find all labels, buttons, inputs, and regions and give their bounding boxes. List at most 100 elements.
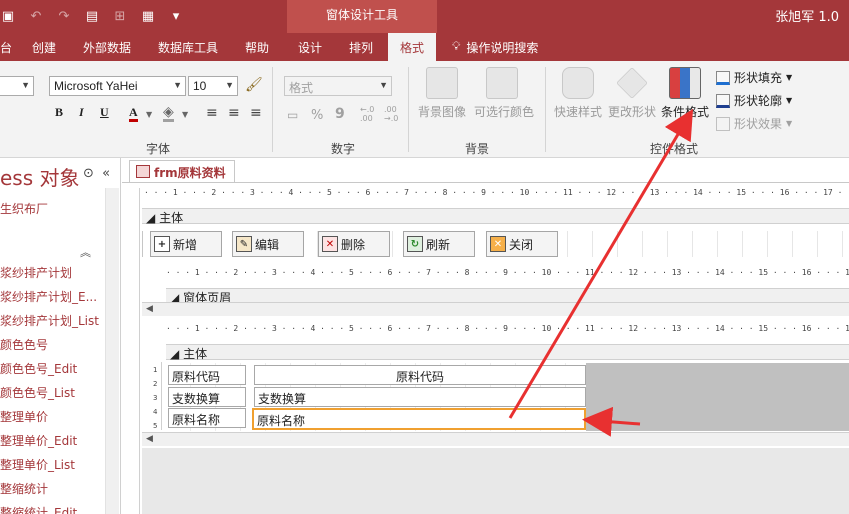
- new-record-label: 新增: [173, 237, 198, 252]
- user-name[interactable]: 张旭军 1.0: [775, 6, 839, 25]
- chevron-down-circle-icon[interactable]: ⊙: [83, 166, 94, 181]
- section-bar-main-2[interactable]: ◢ 主体: [166, 344, 849, 361]
- background-image-button[interactable]: 背景图像: [414, 67, 470, 120]
- tab-format[interactable]: 格式: [388, 33, 437, 61]
- number-format-combo[interactable]: 格式 ▼: [284, 76, 392, 96]
- redo-icon[interactable]: ↷: [56, 8, 72, 24]
- code-textbox[interactable]: 原料代码: [254, 365, 586, 385]
- count-label[interactable]: 支数换算: [168, 387, 246, 407]
- align-left-icon[interactable]: ≡: [206, 105, 218, 121]
- collapse-group-icon[interactable]: ︽: [80, 244, 91, 260]
- align-right-icon[interactable]: ≡: [250, 105, 262, 121]
- edit-label: 编辑: [255, 237, 280, 252]
- percent-button[interactable]: %: [311, 108, 323, 123]
- vruler-mark: 3: [153, 394, 158, 402]
- nav-group-header[interactable]: 生织布厂: [0, 200, 48, 217]
- filter-icon[interactable]: ⊞: [112, 8, 128, 24]
- subform-horizontal-scrollbar[interactable]: ◀: [142, 432, 849, 446]
- code-label[interactable]: 原料代码: [168, 365, 246, 385]
- tab-arrange[interactable]: 排列: [349, 39, 373, 56]
- group-separator: [408, 67, 409, 152]
- nav-item[interactable]: 整缩统计: [0, 480, 48, 497]
- vruler-mark: 1: [153, 366, 158, 374]
- currency-icon[interactable]: ▭: [287, 108, 298, 122]
- subform-ruler: · · · 1 · · · 2 · · · 3 · · · 4 · · · 5 …: [166, 268, 849, 280]
- section-collapse-icon: ◢: [146, 211, 156, 225]
- nav-item[interactable]: 整理单价: [0, 408, 48, 425]
- scroll-left-icon[interactable]: ◀: [146, 304, 153, 314]
- fill-color-icon[interactable]: ◈: [163, 105, 174, 122]
- collapse-pane-icon[interactable]: «: [102, 166, 110, 181]
- bold-button[interactable]: B: [55, 105, 63, 120]
- increase-decimal-icon[interactable]: ←.0.00: [360, 105, 374, 123]
- chevron-down-icon[interactable]: ▼: [146, 110, 152, 119]
- section-bar-main[interactable]: ◢ 主体: [142, 208, 849, 225]
- change-shape-icon: [616, 67, 648, 99]
- quick-styles-label: 快速样式: [553, 105, 602, 119]
- tab-start[interactable]: 台: [0, 39, 12, 56]
- tell-me-search[interactable]: 💡︎ 操作说明搜索: [452, 39, 538, 56]
- tab-database-tools[interactable]: 数据库工具: [158, 39, 218, 56]
- chevron-down-icon: ▼: [21, 80, 30, 90]
- customize-qat-icon[interactable]: ▾: [168, 8, 184, 24]
- print-preview-icon[interactable]: ▦: [140, 8, 156, 24]
- document-tab-frm-material[interactable]: frm原料资料: [129, 160, 235, 182]
- font-size-combo[interactable]: 10 ▼: [188, 76, 238, 96]
- name-textbox[interactable]: 原料名称: [252, 408, 586, 430]
- quick-styles-button[interactable]: 快速样式: [550, 67, 606, 120]
- lightbulb-icon: 💡︎: [452, 39, 461, 53]
- change-shape-label: 更改形状: [607, 105, 656, 119]
- nav-item[interactable]: 浆纱排产计划_List: [0, 312, 99, 329]
- scroll-left-icon[interactable]: ◀: [146, 434, 153, 444]
- nav-item[interactable]: 颜色色号_List: [0, 384, 75, 401]
- nav-pane-title[interactable]: ess 对象: [0, 162, 80, 191]
- font-name-combo[interactable]: Microsoft YaHei ▼: [49, 76, 186, 96]
- number-group-label: 数字: [331, 142, 356, 156]
- name-label[interactable]: 原料名称: [168, 408, 246, 428]
- nav-pane-scrollbar[interactable]: [105, 188, 119, 514]
- tab-design[interactable]: 设计: [298, 39, 322, 56]
- conditional-formatting-icon: [669, 67, 701, 99]
- subform-detail-ruler: · · · 1 · · · 2 · · · 3 · · · 4 · · · 5 …: [166, 324, 849, 336]
- nav-pane-controls: ⊙ «: [83, 166, 110, 181]
- new-record-button[interactable]: + 新增: [150, 231, 222, 257]
- edit-button[interactable]: ✎ 编辑: [232, 231, 304, 257]
- tab-help[interactable]: 帮助: [245, 39, 269, 56]
- conditional-formatting-button[interactable]: 条件格式: [657, 67, 713, 120]
- nav-item[interactable]: 颜色色号_Edit: [0, 360, 77, 377]
- refresh-label: 刷新: [426, 237, 451, 252]
- style-combo[interactable]: ▼: [0, 76, 34, 96]
- underline-button[interactable]: U: [100, 105, 109, 120]
- format-painter-icon[interactable]: 🖌︎: [245, 77, 263, 93]
- nav-item[interactable]: 整理单价_List: [0, 456, 75, 473]
- quick-styles-icon: [562, 67, 594, 99]
- align-center-icon[interactable]: ≡: [228, 105, 240, 121]
- undo-icon[interactable]: ↶: [28, 8, 44, 24]
- change-shape-button[interactable]: 更改形状: [604, 67, 660, 120]
- horizontal-scrollbar[interactable]: ◀: [142, 302, 849, 316]
- count-textbox[interactable]: 支数换算: [254, 387, 586, 407]
- font-color-button[interactable]: A: [129, 105, 138, 122]
- shape-outline-button[interactable]: 形状轮廓 ▼: [716, 92, 792, 109]
- close-button[interactable]: ✕ 关闭: [486, 231, 558, 257]
- decrease-decimal-icon[interactable]: .00 →.0: [384, 105, 398, 123]
- form-view-icon[interactable]: ▤: [84, 8, 100, 24]
- shape-effects-button[interactable]: 形状效果 ▼: [716, 115, 792, 132]
- nav-item[interactable]: 浆纱排产计划: [0, 264, 72, 281]
- shape-fill-button[interactable]: 形状填充 ▼: [716, 69, 792, 86]
- tab-create[interactable]: 创建: [32, 39, 56, 56]
- chevron-down-icon[interactable]: ▼: [182, 110, 188, 119]
- section-main2-label: 主体: [183, 347, 208, 361]
- nav-item[interactable]: 颜色色号: [0, 336, 48, 353]
- comma-style-button[interactable]: 9: [335, 106, 345, 122]
- tab-external-data[interactable]: 外部数据: [83, 39, 131, 56]
- vruler-mark: 5: [153, 422, 158, 430]
- save-icon[interactable]: ▣: [0, 8, 16, 24]
- nav-item[interactable]: 整缩统计_Edit: [0, 504, 77, 514]
- italic-button[interactable]: I: [79, 105, 84, 120]
- delete-button[interactable]: ✕ 删除: [318, 231, 390, 257]
- nav-item[interactable]: 浆纱排产计划_E...: [0, 288, 97, 305]
- refresh-button[interactable]: ↻ 刷新: [403, 231, 475, 257]
- alternate-row-color-button[interactable]: 可选行颜色: [474, 67, 534, 120]
- nav-item[interactable]: 整理单价_Edit: [0, 432, 77, 449]
